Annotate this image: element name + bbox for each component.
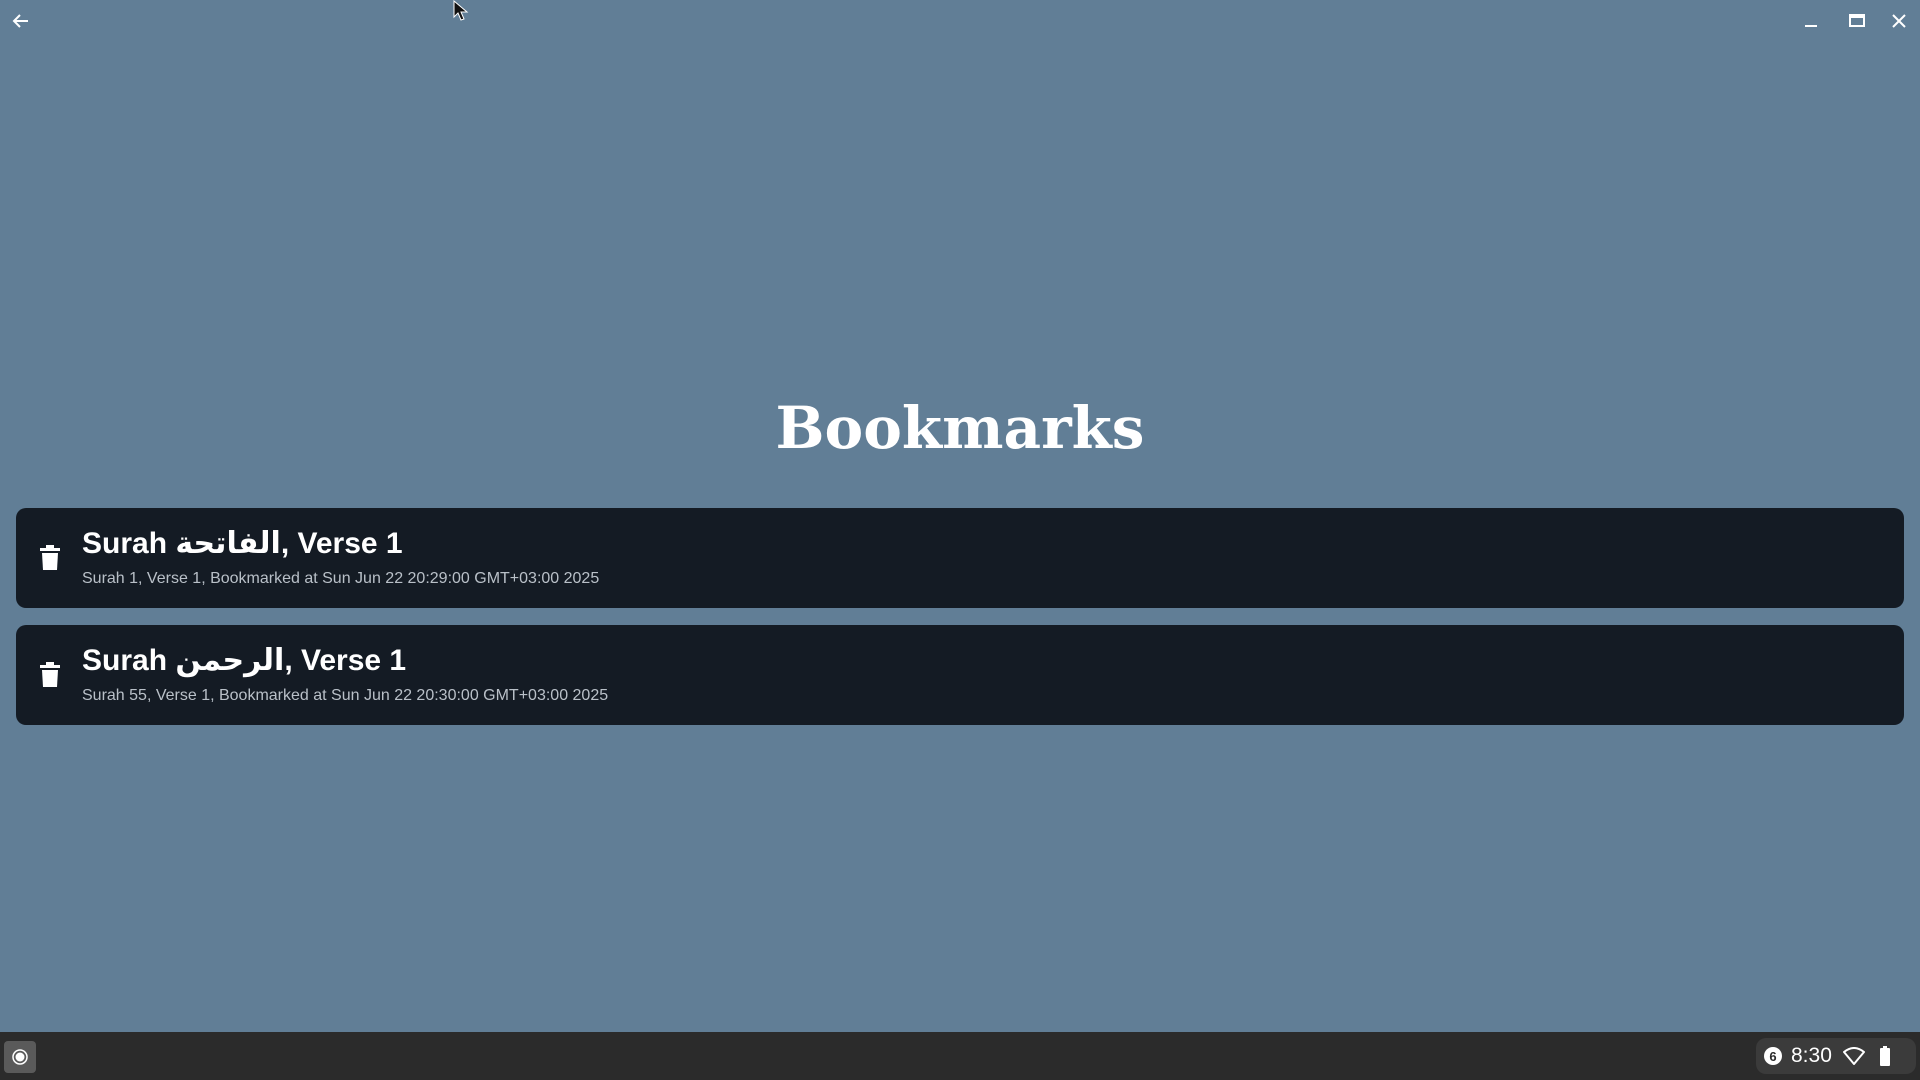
maximize-icon bbox=[1849, 14, 1865, 27]
arrow-left-icon bbox=[12, 14, 28, 28]
bookmark-list: Surah الفاتحة, Verse 1 Surah 1, Verse 1,… bbox=[16, 508, 1904, 742]
launcher-button[interactable] bbox=[4, 1041, 36, 1073]
title-bar bbox=[0, 0, 1920, 42]
maximize-button[interactable] bbox=[1842, 6, 1872, 36]
bookmark-item[interactable]: Surah الرحمن, Verse 1 Surah 55, Verse 1,… bbox=[16, 625, 1904, 725]
notification-count-badge[interactable]: 6 bbox=[1764, 1047, 1782, 1065]
close-button[interactable] bbox=[1884, 6, 1914, 36]
battery-icon bbox=[1879, 1046, 1891, 1066]
taskbar: 6 8:30 bbox=[0, 1032, 1920, 1080]
close-icon bbox=[1892, 14, 1906, 28]
clock: 8:30 bbox=[1791, 1044, 1832, 1067]
bookmark-title: Surah الرحمن, Verse 1 bbox=[82, 644, 407, 677]
bookmark-subtitle: Surah 55, Verse 1, Bookmarked at Sun Jun… bbox=[82, 687, 609, 704]
back-button[interactable] bbox=[6, 6, 36, 36]
bookmark-item[interactable]: Surah الفاتحة, Verse 1 Surah 1, Verse 1,… bbox=[16, 508, 1904, 608]
trash-icon bbox=[40, 662, 60, 687]
delete-bookmark-button[interactable] bbox=[30, 538, 70, 578]
wifi-icon bbox=[1842, 1047, 1865, 1065]
delete-bookmark-button[interactable] bbox=[30, 655, 70, 695]
trash-icon bbox=[40, 545, 60, 570]
launcher-icon bbox=[12, 1049, 28, 1065]
page-title: Bookmarks bbox=[775, 394, 1145, 462]
minimize-icon bbox=[1805, 25, 1817, 27]
minimize-button[interactable] bbox=[1796, 6, 1826, 36]
bookmark-title: Surah الفاتحة, Verse 1 bbox=[82, 527, 403, 560]
app-window: Bookmarks Surah الفاتحة, Verse 1 Surah 1… bbox=[0, 0, 1920, 1032]
bookmark-subtitle: Surah 1, Verse 1, Bookmarked at Sun Jun … bbox=[82, 570, 600, 587]
status-tray[interactable]: 6 8:30 bbox=[1756, 1038, 1916, 1074]
